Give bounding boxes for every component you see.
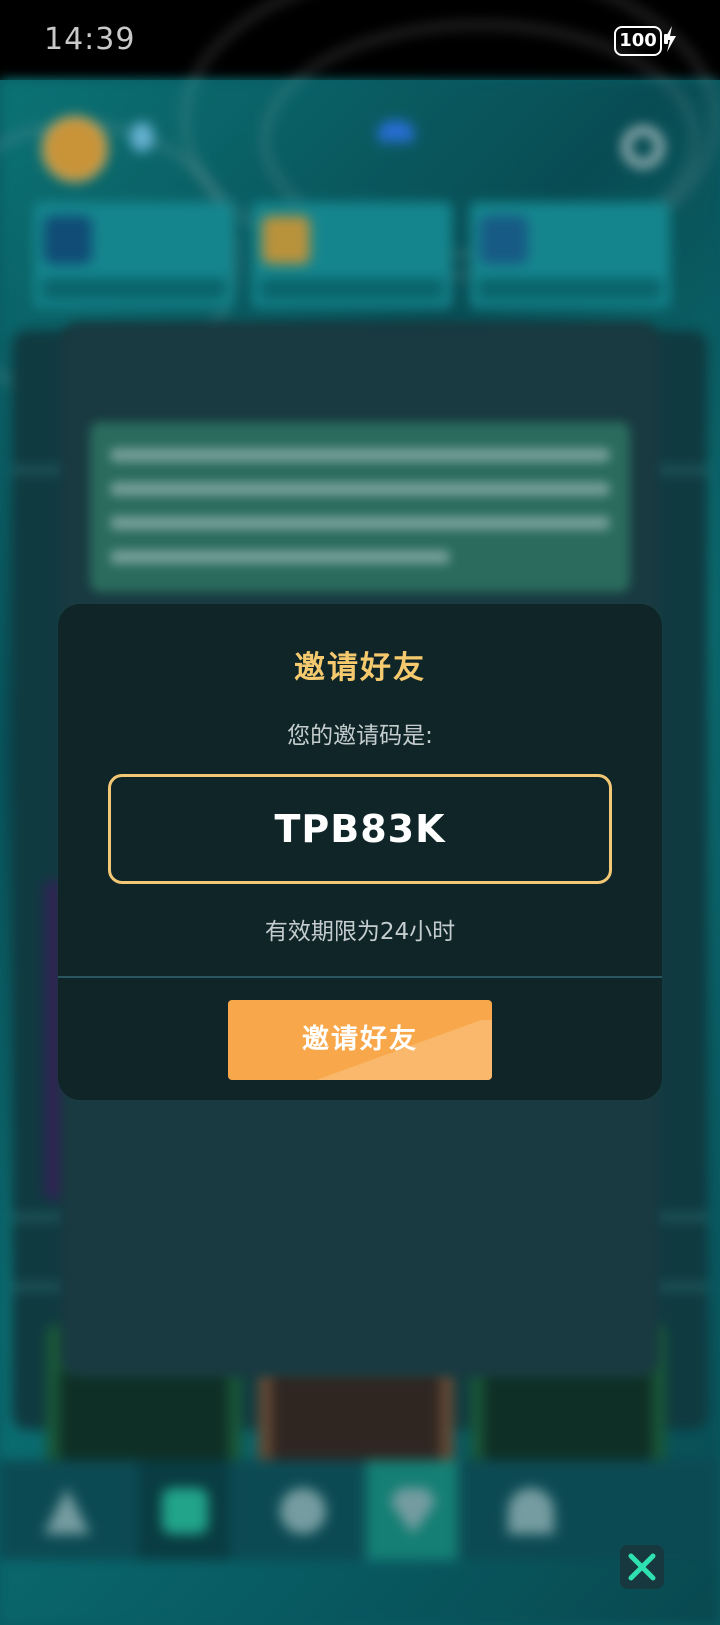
invite-code-box[interactable]: TPB83K <box>108 774 612 884</box>
status-time: 14:39 <box>44 22 136 57</box>
invite-code[interactable]: TPB83K <box>111 807 609 851</box>
modal-title: 邀请好友 <box>294 650 426 686</box>
close-button[interactable] <box>620 1545 664 1589</box>
validity-text: 有效期限为24小时 <box>264 919 456 945</box>
invite-button-label: 邀请好友 <box>302 1024 418 1055</box>
code-label: 您的邀请码是: <box>287 723 433 749</box>
divider <box>58 976 662 978</box>
invite-friends-button[interactable]: 邀请好友 <box>228 1000 492 1080</box>
close-icon <box>628 1553 656 1581</box>
invite-modal: 邀请好友 您的邀请码是: TPB83K 有效期限为24小时 邀请好友 <box>58 604 662 1100</box>
